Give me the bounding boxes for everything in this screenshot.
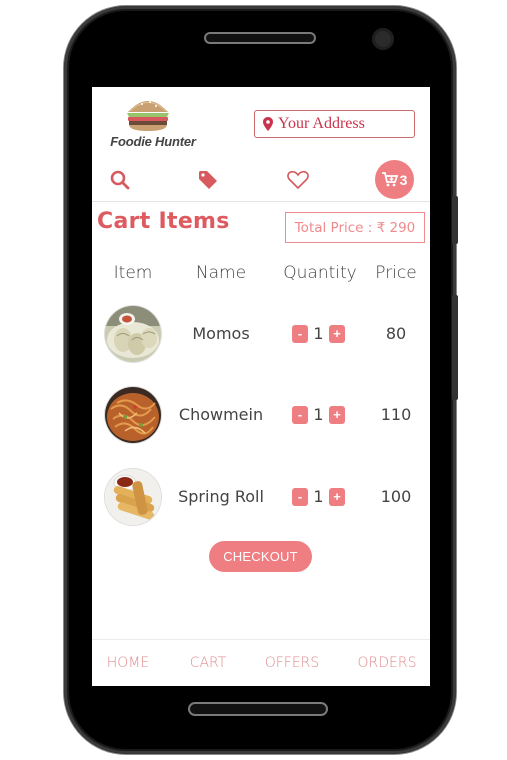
location-pin-icon xyxy=(263,117,273,131)
sandwich-icon xyxy=(127,101,169,131)
offers-button[interactable] xyxy=(196,168,220,192)
chowmein-photo xyxy=(105,387,161,443)
brand-name: Foodie Hunter xyxy=(110,134,196,149)
item-name: Chowmein xyxy=(178,405,264,424)
decrease-quantity-button[interactable]: - xyxy=(292,488,308,506)
address-button[interactable]: Your Address xyxy=(254,110,415,138)
nav-home[interactable]: HOME xyxy=(107,655,149,671)
decrease-quantity-button[interactable]: - xyxy=(292,406,308,424)
column-header-quantity: Quantity xyxy=(283,263,357,283)
tag-icon xyxy=(199,171,217,189)
phone-volume-button xyxy=(452,196,458,244)
spring-roll-photo xyxy=(105,469,161,525)
nav-orders[interactable]: ORDERS xyxy=(358,655,417,671)
item-price: 80 xyxy=(385,324,407,343)
search-button[interactable] xyxy=(108,168,132,192)
phone-home-button xyxy=(188,702,328,716)
decrease-quantity-button[interactable]: - xyxy=(292,325,308,343)
momos-photo xyxy=(105,306,161,362)
quantity-value: 1 xyxy=(313,324,324,343)
increase-quantity-button[interactable]: + xyxy=(329,488,345,506)
quantity-value: 1 xyxy=(313,405,324,424)
phone-speaker xyxy=(204,32,316,44)
phone-power-button xyxy=(452,295,458,400)
table-row: Chowmein - 1 + 110 xyxy=(92,387,430,443)
increase-quantity-button[interactable]: + xyxy=(329,406,345,424)
item-name: Momos xyxy=(192,324,250,343)
column-header-item: Item xyxy=(113,263,153,283)
favorites-button[interactable] xyxy=(286,168,310,192)
cart-count-badge: 3 xyxy=(399,171,408,188)
total-price-badge: Total Price : ₹ 290 xyxy=(285,212,425,243)
checkout-button[interactable]: CHECKOUT xyxy=(209,541,312,572)
address-label: Your Address xyxy=(278,115,365,132)
action-toolbar: 3 xyxy=(92,160,430,200)
bottom-navigation: HOME CART OFFERS ORDERS xyxy=(92,639,430,686)
heart-icon xyxy=(287,170,309,190)
phone-camera xyxy=(372,28,394,50)
nav-offers[interactable]: OFFERS xyxy=(265,655,320,671)
brand-logo[interactable]: Foodie Hunter xyxy=(106,96,196,152)
cart-plus-icon xyxy=(381,172,398,187)
search-icon xyxy=(110,170,130,190)
header-divider xyxy=(92,201,430,202)
app-screen: Foodie Hunter Your Address 3 Cart Items … xyxy=(92,87,430,686)
item-price: 100 xyxy=(380,487,412,506)
page-title: Cart Items xyxy=(97,209,230,234)
quantity-stepper: - 1 + xyxy=(292,324,350,345)
item-name: Spring Roll xyxy=(178,487,264,506)
table-row: Spring Roll - 1 + 100 xyxy=(92,469,430,525)
quantity-stepper: - 1 + xyxy=(292,487,350,508)
column-header-name: Name xyxy=(195,263,247,283)
nav-cart[interactable]: CART xyxy=(190,655,227,671)
quantity-value: 1 xyxy=(313,487,324,506)
quantity-stepper: - 1 + xyxy=(292,405,350,426)
cart-button[interactable]: 3 xyxy=(375,160,414,199)
increase-quantity-button[interactable]: + xyxy=(329,325,345,343)
item-price: 110 xyxy=(380,405,412,424)
column-header-price: Price xyxy=(375,263,417,283)
table-row: Momos - 1 + 80 xyxy=(92,306,430,362)
